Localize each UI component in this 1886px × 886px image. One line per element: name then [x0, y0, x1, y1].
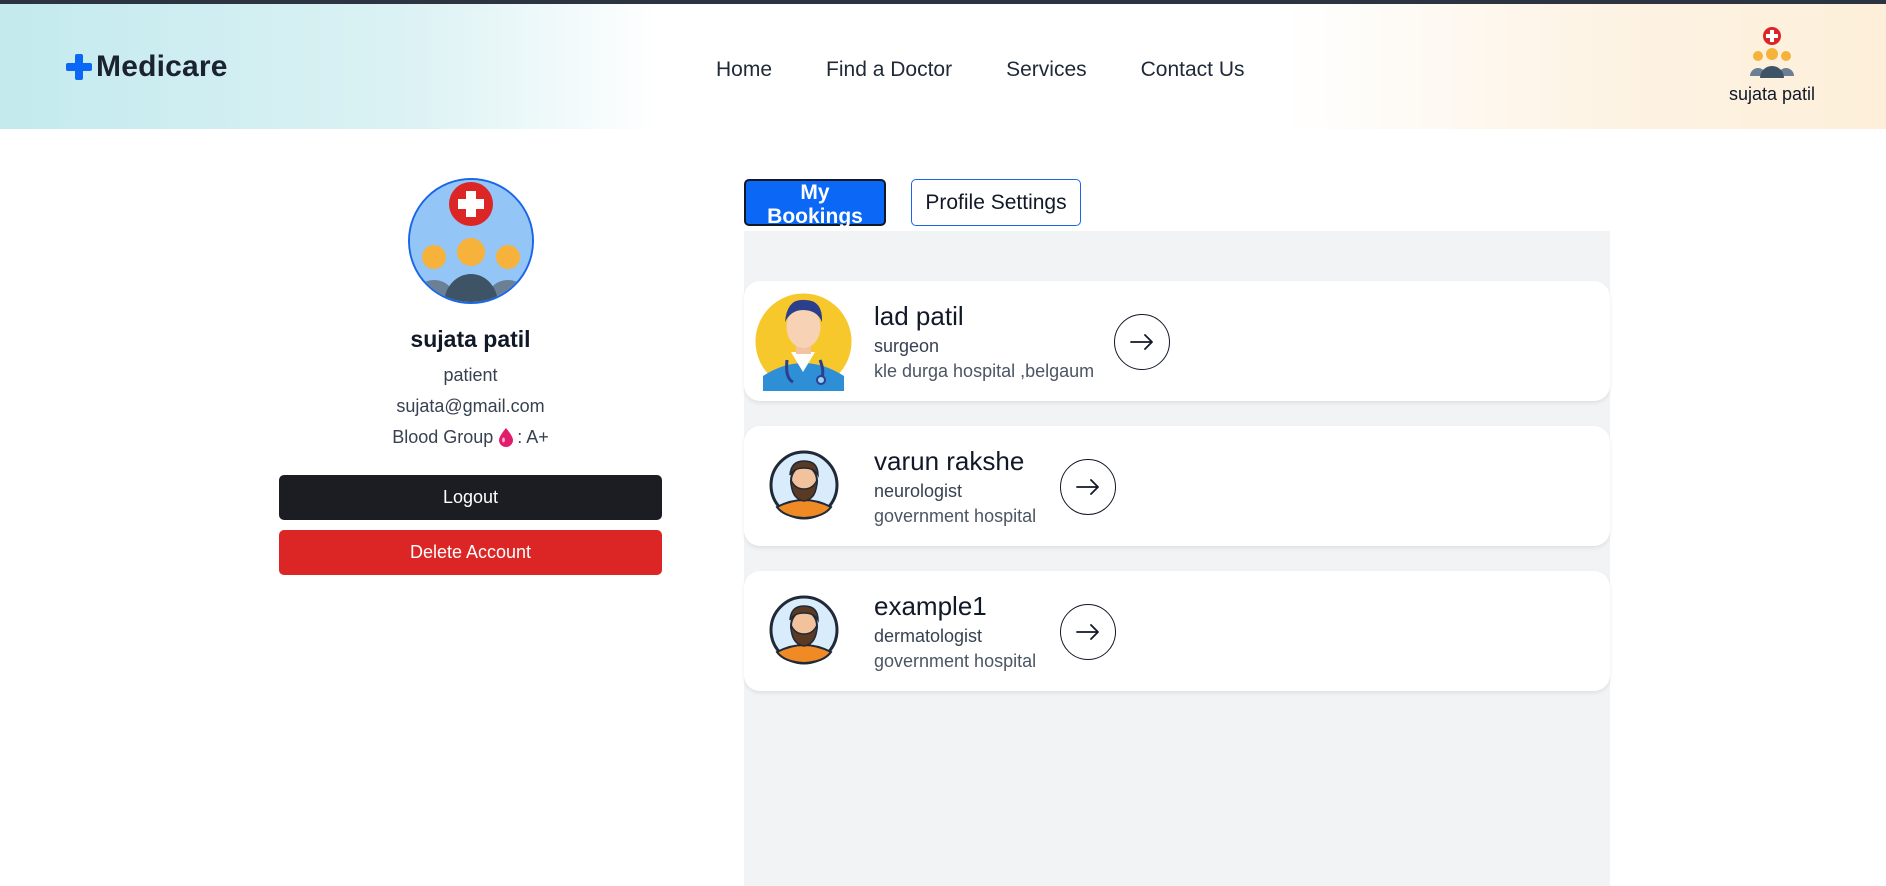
nav-services[interactable]: Services — [1006, 58, 1087, 82]
booking-info: example1 dermatologist government hospit… — [874, 591, 1036, 672]
profile-role: patient — [443, 365, 498, 385]
doctor-avatar — [769, 594, 839, 671]
user-group-avatar-icon — [409, 180, 532, 302]
profile-avatar — [407, 178, 534, 304]
bearded-man-avatar-icon — [769, 450, 839, 520]
logo-text: Medicare — [96, 50, 228, 83]
booking-info: lad patil surgeon kle durga hospital ,be… — [874, 301, 1094, 382]
doctor-specialization: neurologist — [874, 481, 963, 501]
profile-card: sujata patil patient sujata@gmail.com Bl… — [279, 178, 662, 575]
doctor-hospital: kle durga hospital ,belgaum — [874, 361, 1095, 381]
logout-button[interactable]: Logout — [279, 475, 662, 520]
arrow-right-icon — [1076, 479, 1099, 495]
doctor-specialization: dermatologist — [874, 626, 983, 646]
booking-card: varun rakshe neurologist government hosp… — [744, 426, 1610, 546]
blood-drop-icon — [499, 428, 514, 447]
medical-plus-icon — [66, 54, 92, 80]
view-doctor-button[interactable] — [1060, 459, 1116, 515]
user-menu-name: sujata patil — [1728, 84, 1816, 104]
doctor-hospital: government hospital — [874, 651, 1037, 671]
doctor-hospital: government hospital — [874, 506, 1037, 526]
site-header: Medicare Home Find a Doctor Services Con… — [0, 4, 1886, 129]
nav-contact[interactable]: Contact Us — [1141, 58, 1245, 82]
bookings-panel: lad patil surgeon kle durga hospital ,be… — [744, 231, 1610, 886]
tab-profile-settings[interactable]: Profile Settings — [911, 179, 1081, 226]
booking-info: varun rakshe neurologist government hosp… — [874, 446, 1036, 527]
delete-account-button[interactable]: Delete Account — [279, 530, 662, 575]
doctor-avatar — [755, 292, 852, 396]
tab-my-bookings[interactable]: My Bookings — [744, 179, 886, 228]
doctor-name: lad patil — [874, 301, 964, 331]
doctor-name: varun rakshe — [874, 446, 1025, 476]
doctor-avatar-icon — [755, 293, 852, 391]
booking-card: lad patil surgeon kle durga hospital ,be… — [744, 281, 1610, 401]
arrow-right-icon — [1076, 624, 1099, 640]
profile-name: sujata patil — [410, 326, 531, 352]
nav-find-doctor[interactable]: Find a Doctor — [826, 58, 952, 82]
doctor-specialization: surgeon — [874, 336, 940, 356]
logo[interactable]: Medicare — [66, 50, 228, 84]
doctor-name: example1 — [874, 591, 987, 621]
nav-home[interactable]: Home — [716, 58, 772, 82]
arrow-right-icon — [1130, 334, 1153, 350]
doctor-avatar — [769, 449, 839, 526]
bearded-man-avatar-icon — [769, 595, 839, 665]
booking-card: example1 dermatologist government hospit… — [744, 571, 1610, 691]
blood-group-label: Blood Group — [392, 427, 494, 447]
profile-tabs: My Bookings Profile Settings — [744, 179, 1081, 228]
blood-group-value: : A+ — [517, 427, 549, 447]
view-doctor-button[interactable] — [1060, 604, 1116, 660]
view-doctor-button[interactable] — [1114, 314, 1170, 370]
profile-blood-group: Blood Group : A+ — [279, 427, 662, 448]
main-nav: Home Find a Doctor Services Contact Us — [716, 58, 1299, 82]
user-group-avatar-icon — [1750, 27, 1794, 78]
profile-email: sujata@gmail.com — [396, 396, 545, 416]
user-menu[interactable]: sujata patil — [1710, 26, 1834, 105]
